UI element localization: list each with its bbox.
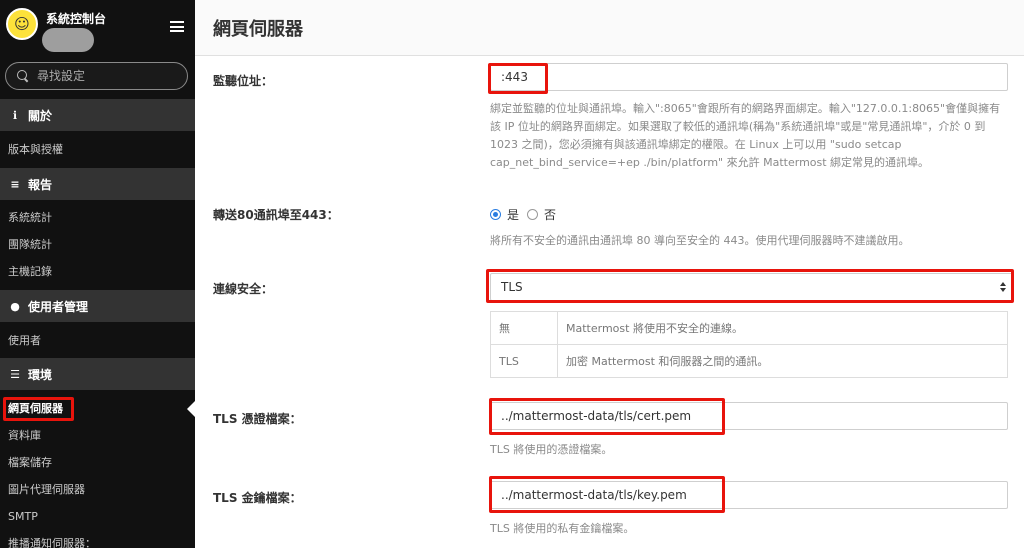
sidebar-item-file-storage[interactable]: 檔案儲存: [8, 456, 52, 470]
sidebar-item-license[interactable]: 版本與授權: [8, 143, 63, 157]
listen-address-help: 綁定並監聽的位址與通訊埠。輸入":8065"會跟所有的網路界面綁定。輸入"127…: [490, 102, 1001, 169]
user-name-blurred: [42, 28, 94, 52]
tls-key-help: TLS 將使用的私有金鑰檔案。: [490, 522, 635, 535]
bar-chart-icon: ≡: [10, 177, 20, 191]
sidebar-item-team-stats[interactable]: 團隊統計: [8, 238, 52, 252]
listen-address-input[interactable]: :443: [490, 63, 1008, 91]
main-content: 網頁伺服器 監聽位址： :443 綁定並監聽的位址與通訊埠。輸入":8065"會…: [195, 0, 1024, 548]
sidebar-item-system-stats[interactable]: 系統統計: [8, 211, 52, 225]
tls-cert-label: TLS 憑證檔案：: [213, 412, 302, 426]
tls-key-input[interactable]: ../mattermost-data/tls/key.pem: [490, 481, 1008, 509]
sidebar-item-web-server[interactable]: 網頁伺服器: [8, 402, 63, 416]
tls-key-label: TLS 金鑰檔案：: [213, 491, 302, 505]
search-box[interactable]: [5, 62, 188, 90]
sidebar-item-push-notification[interactable]: 推播通知伺服器：: [8, 537, 96, 548]
sidebar-item-smtp[interactable]: SMTP: [8, 510, 38, 524]
tls-cert-help: TLS 將使用的憑證檔案。: [490, 443, 613, 456]
connection-security-value: TLS: [501, 280, 523, 294]
listen-address-label: 監聽位址：: [213, 74, 274, 88]
connection-security-select[interactable]: TLS: [490, 273, 1013, 301]
option-desc: Mattermost 將使用不安全的連線。: [557, 311, 1008, 345]
users-icon: ●: [10, 299, 20, 313]
info-icon: ℹ: [12, 108, 18, 122]
forward80-yes-radio[interactable]: [490, 209, 501, 220]
table-row: 無 Mattermost 將使用不安全的連線。: [490, 311, 1008, 345]
section-user-management-label: 使用者管理: [28, 299, 89, 314]
sidebar: ☺ 系統控制台 ℹ 關於 版本與授權 ≡ 報告 系統統計 團隊統計 主機記錄 ●…: [0, 0, 195, 548]
sidebar-item-users[interactable]: 使用者: [8, 334, 41, 348]
select-arrows-icon: [1000, 282, 1006, 292]
active-item-caret: [187, 401, 195, 417]
forward80-help: 將所有不安全的通訊由通訊埠 80 導向至安全的 443。使用代理伺服器時不建議啟…: [490, 234, 910, 247]
option-desc: 加密 Mattermost 和伺服器之間的通訊。: [557, 344, 1008, 378]
section-environment: ☰ 環境: [0, 358, 195, 390]
connection-security-options-table: 無 Mattermost 將使用不安全的連線。 TLS 加密 Mattermos…: [490, 311, 1008, 378]
sidebar-item-server-logs[interactable]: 主機記錄: [8, 265, 52, 279]
search-input[interactable]: [37, 69, 177, 83]
table-row: TLS 加密 Mattermost 和伺服器之間的通訊。: [490, 344, 1008, 378]
page-title: 網頁伺服器: [213, 18, 303, 40]
sidebar-item-database[interactable]: 資料庫: [8, 429, 41, 443]
sidebar-item-image-proxy[interactable]: 圖片代理伺服器: [8, 483, 85, 497]
connection-security-label: 連線安全：: [213, 282, 274, 296]
section-about: ℹ 關於: [0, 99, 195, 131]
pikachu-icon: ☺: [14, 15, 30, 33]
hamburger-menu-icon[interactable]: [170, 21, 184, 32]
section-user-management: ● 使用者管理: [0, 290, 195, 322]
section-about-label: 關於: [28, 108, 53, 123]
option-key: TLS: [490, 344, 558, 378]
forward80-label: 轉送80通訊埠至443：: [213, 208, 339, 222]
search-icon: [17, 70, 29, 82]
team-logo[interactable]: ☺: [6, 8, 38, 40]
server-icon: ☰: [10, 367, 20, 381]
sidebar-header: ☺ 系統控制台: [0, 0, 195, 56]
main-header: 網頁伺服器: [195, 0, 1024, 56]
tls-cert-input[interactable]: ../mattermost-data/tls/cert.pem: [490, 402, 1008, 430]
forward80-yes-label[interactable]: 是: [507, 206, 519, 223]
site-title: 系統控制台: [46, 12, 107, 26]
section-reports-label: 報告: [28, 177, 53, 192]
forward80-radio-group: 是 否: [490, 206, 564, 223]
forward80-no-radio[interactable]: [527, 209, 539, 220]
forward80-no-label[interactable]: 否: [544, 206, 556, 223]
section-environment-label: 環境: [28, 367, 53, 382]
option-key: 無: [490, 311, 558, 345]
section-reports: ≡ 報告: [0, 168, 195, 200]
